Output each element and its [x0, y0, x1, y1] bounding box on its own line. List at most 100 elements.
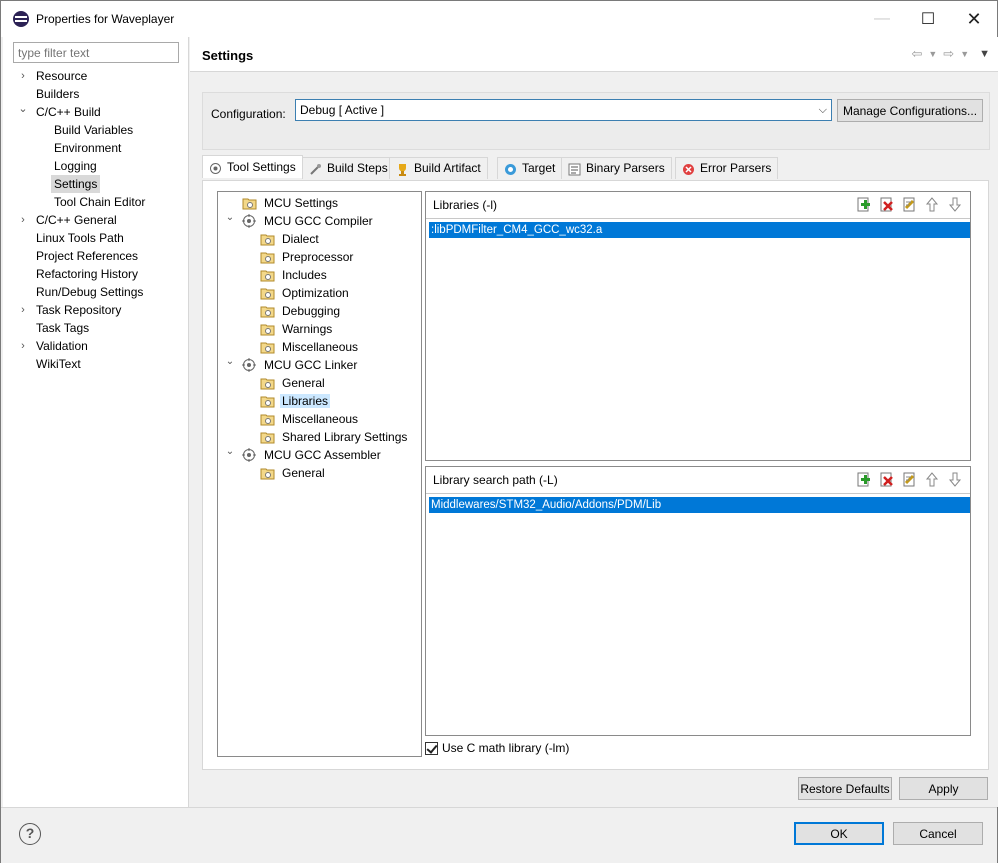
nav-item[interactable]: Settings	[51, 175, 101, 193]
edit-icon[interactable]	[901, 471, 918, 488]
nav-item[interactable]: Project References	[33, 247, 141, 265]
eclipse-icon	[13, 11, 29, 27]
tab-error-parsers[interactable]: Error Parsers	[675, 157, 779, 179]
option-category-icon	[260, 322, 275, 336]
tree-item[interactable]: Miscellaneous	[260, 410, 360, 428]
nav-item[interactable]: Build Variables	[51, 121, 136, 139]
move-down-icon[interactable]	[947, 196, 964, 213]
chevron-right-icon[interactable]: ›	[18, 211, 28, 229]
tree-item[interactable]: Miscellaneous	[260, 338, 360, 356]
tab-label: Error Parsers	[700, 161, 772, 175]
view-menu-icon[interactable]: ▼	[979, 46, 990, 62]
chevron-down-icon[interactable]: ⌄	[225, 353, 235, 371]
tree-item[interactable]: Libraries	[260, 392, 331, 410]
configuration-label: Configuration:	[211, 107, 286, 121]
tree-item[interactable]: MCU Settings	[242, 194, 340, 212]
option-category-icon	[260, 412, 275, 426]
list-item[interactable]: :libPDMFilter_CM4_GCC_wc32.a	[429, 222, 970, 238]
manage-configurations-button[interactable]: Manage Configurations...	[837, 99, 983, 122]
restore-defaults-button[interactable]: Restore Defaults	[798, 777, 892, 800]
library-search-path-box: Library search path (-L) Middlewares/STM…	[425, 466, 971, 736]
maximize-icon[interactable]: ☐	[905, 1, 951, 37]
nav-item[interactable]: Task Tags	[33, 319, 92, 337]
tree-item[interactable]: General	[260, 464, 327, 482]
tree-item[interactable]: Optimization	[260, 284, 351, 302]
back-icon[interactable]: ⇦	[911, 46, 922, 62]
chevron-down-icon[interactable]: ⌄	[225, 443, 235, 461]
tab-label: Tool Settings	[227, 160, 296, 174]
nav-item[interactable]: Task Repository	[33, 301, 124, 319]
help-icon[interactable]: ?	[19, 823, 41, 845]
forward-icon[interactable]: ⇨	[943, 46, 954, 62]
configuration-value: Debug [ Active ]	[300, 103, 385, 117]
checkbox-checked-icon[interactable]	[425, 741, 438, 755]
minimize-icon[interactable]: —	[859, 1, 905, 37]
nav-item[interactable]: Validation	[33, 337, 91, 355]
tree-item-label: Includes	[282, 268, 327, 282]
tree-item[interactable]: MCU GCC Assembler	[242, 446, 383, 464]
chevron-down-icon[interactable]: ⌄	[225, 209, 235, 227]
cancel-button[interactable]: Cancel	[893, 822, 983, 845]
tree-item[interactable]: MCU GCC Linker	[242, 356, 359, 374]
option-category-icon	[260, 304, 275, 318]
tree-item[interactable]: Includes	[260, 266, 329, 284]
tool-tree: MCU Settings ⌄ MCU GCC Compiler Dialect Prep…	[217, 191, 422, 757]
configuration-select[interactable]: Debug [ Active ] ⌵	[295, 99, 832, 121]
chevron-right-icon[interactable]: ›	[18, 67, 28, 85]
move-up-icon[interactable]	[924, 471, 941, 488]
tab-tool-settings[interactable]: Tool Settings	[202, 155, 303, 178]
tab-target[interactable]: Target	[497, 157, 563, 179]
nav-item[interactable]: Linux Tools Path	[33, 229, 127, 247]
add-icon[interactable]	[855, 471, 872, 488]
tree-item-label: General	[282, 466, 325, 480]
delete-icon[interactable]	[878, 471, 895, 488]
tree-item[interactable]: Shared Library Settings	[260, 428, 409, 446]
chevron-right-icon[interactable]: ›	[18, 301, 28, 319]
list-item[interactable]: Middlewares/STM32_Audio/Addons/PDM/Lib	[429, 497, 970, 513]
target-icon	[504, 162, 517, 175]
edit-icon[interactable]	[901, 196, 918, 213]
search-path-list[interactable]: Middlewares/STM32_Audio/Addons/PDM/Lib	[427, 495, 970, 735]
nav-item[interactable]: Run/Debug Settings	[33, 283, 146, 301]
delete-icon[interactable]	[878, 196, 895, 213]
binary-parser-icon	[568, 162, 581, 176]
move-up-icon[interactable]	[924, 196, 941, 213]
tab-build-artifact[interactable]: Build Artifact	[389, 157, 488, 179]
filter-input[interactable]	[13, 42, 179, 63]
nav-item[interactable]: Environment	[51, 139, 124, 157]
use-math-library-checkbox[interactable]: Use C math library (-lm)	[425, 741, 569, 755]
nav-item[interactable]: Builders	[33, 85, 82, 103]
chevron-down-icon[interactable]: ⌄	[18, 103, 28, 121]
libraries-list[interactable]: :libPDMFilter_CM4_GCC_wc32.a	[427, 220, 970, 460]
nav-item[interactable]: C/C++ Build	[33, 103, 104, 121]
chevron-down-icon[interactable]: ▼	[928, 46, 937, 62]
tree-item[interactable]: General	[260, 374, 327, 392]
tab-build-steps[interactable]: Build Steps	[302, 157, 395, 179]
apply-button[interactable]: Apply	[899, 777, 988, 800]
nav-item[interactable]: Refactoring History	[33, 265, 141, 283]
nav-item[interactable]: Resource	[33, 67, 90, 85]
chevron-down-icon[interactable]: ▼	[960, 46, 969, 62]
use-math-library-label: Use C math library (-lm)	[442, 741, 570, 755]
tree-item[interactable]: Preprocessor	[260, 248, 355, 266]
move-down-icon[interactable]	[947, 471, 964, 488]
nav-item[interactable]: Tool Chain Editor	[51, 193, 148, 211]
chevron-right-icon[interactable]: ›	[18, 337, 28, 355]
tree-item[interactable]: Warnings	[260, 320, 334, 338]
tree-item[interactable]: Dialect	[260, 230, 321, 248]
add-icon[interactable]	[855, 196, 872, 213]
tree-item[interactable]: Debugging	[260, 302, 342, 320]
nav-item[interactable]: C/C++ General	[33, 211, 120, 229]
close-icon[interactable]: ✕	[951, 1, 997, 37]
window-title: Properties for Waveplayer	[36, 12, 175, 26]
page-title: Settings	[202, 48, 254, 63]
option-category-icon	[260, 466, 275, 480]
ok-button[interactable]: OK	[794, 822, 884, 845]
tree-item-label: Optimization	[282, 286, 349, 300]
nav-item[interactable]: WikiText	[33, 355, 84, 373]
tree-item[interactable]: MCU GCC Compiler	[242, 212, 375, 230]
option-category-icon	[260, 268, 275, 282]
tree-item-label: Libraries	[280, 394, 331, 408]
tab-binary-parsers[interactable]: Binary Parsers	[561, 157, 672, 179]
nav-item[interactable]: Logging	[51, 157, 100, 175]
